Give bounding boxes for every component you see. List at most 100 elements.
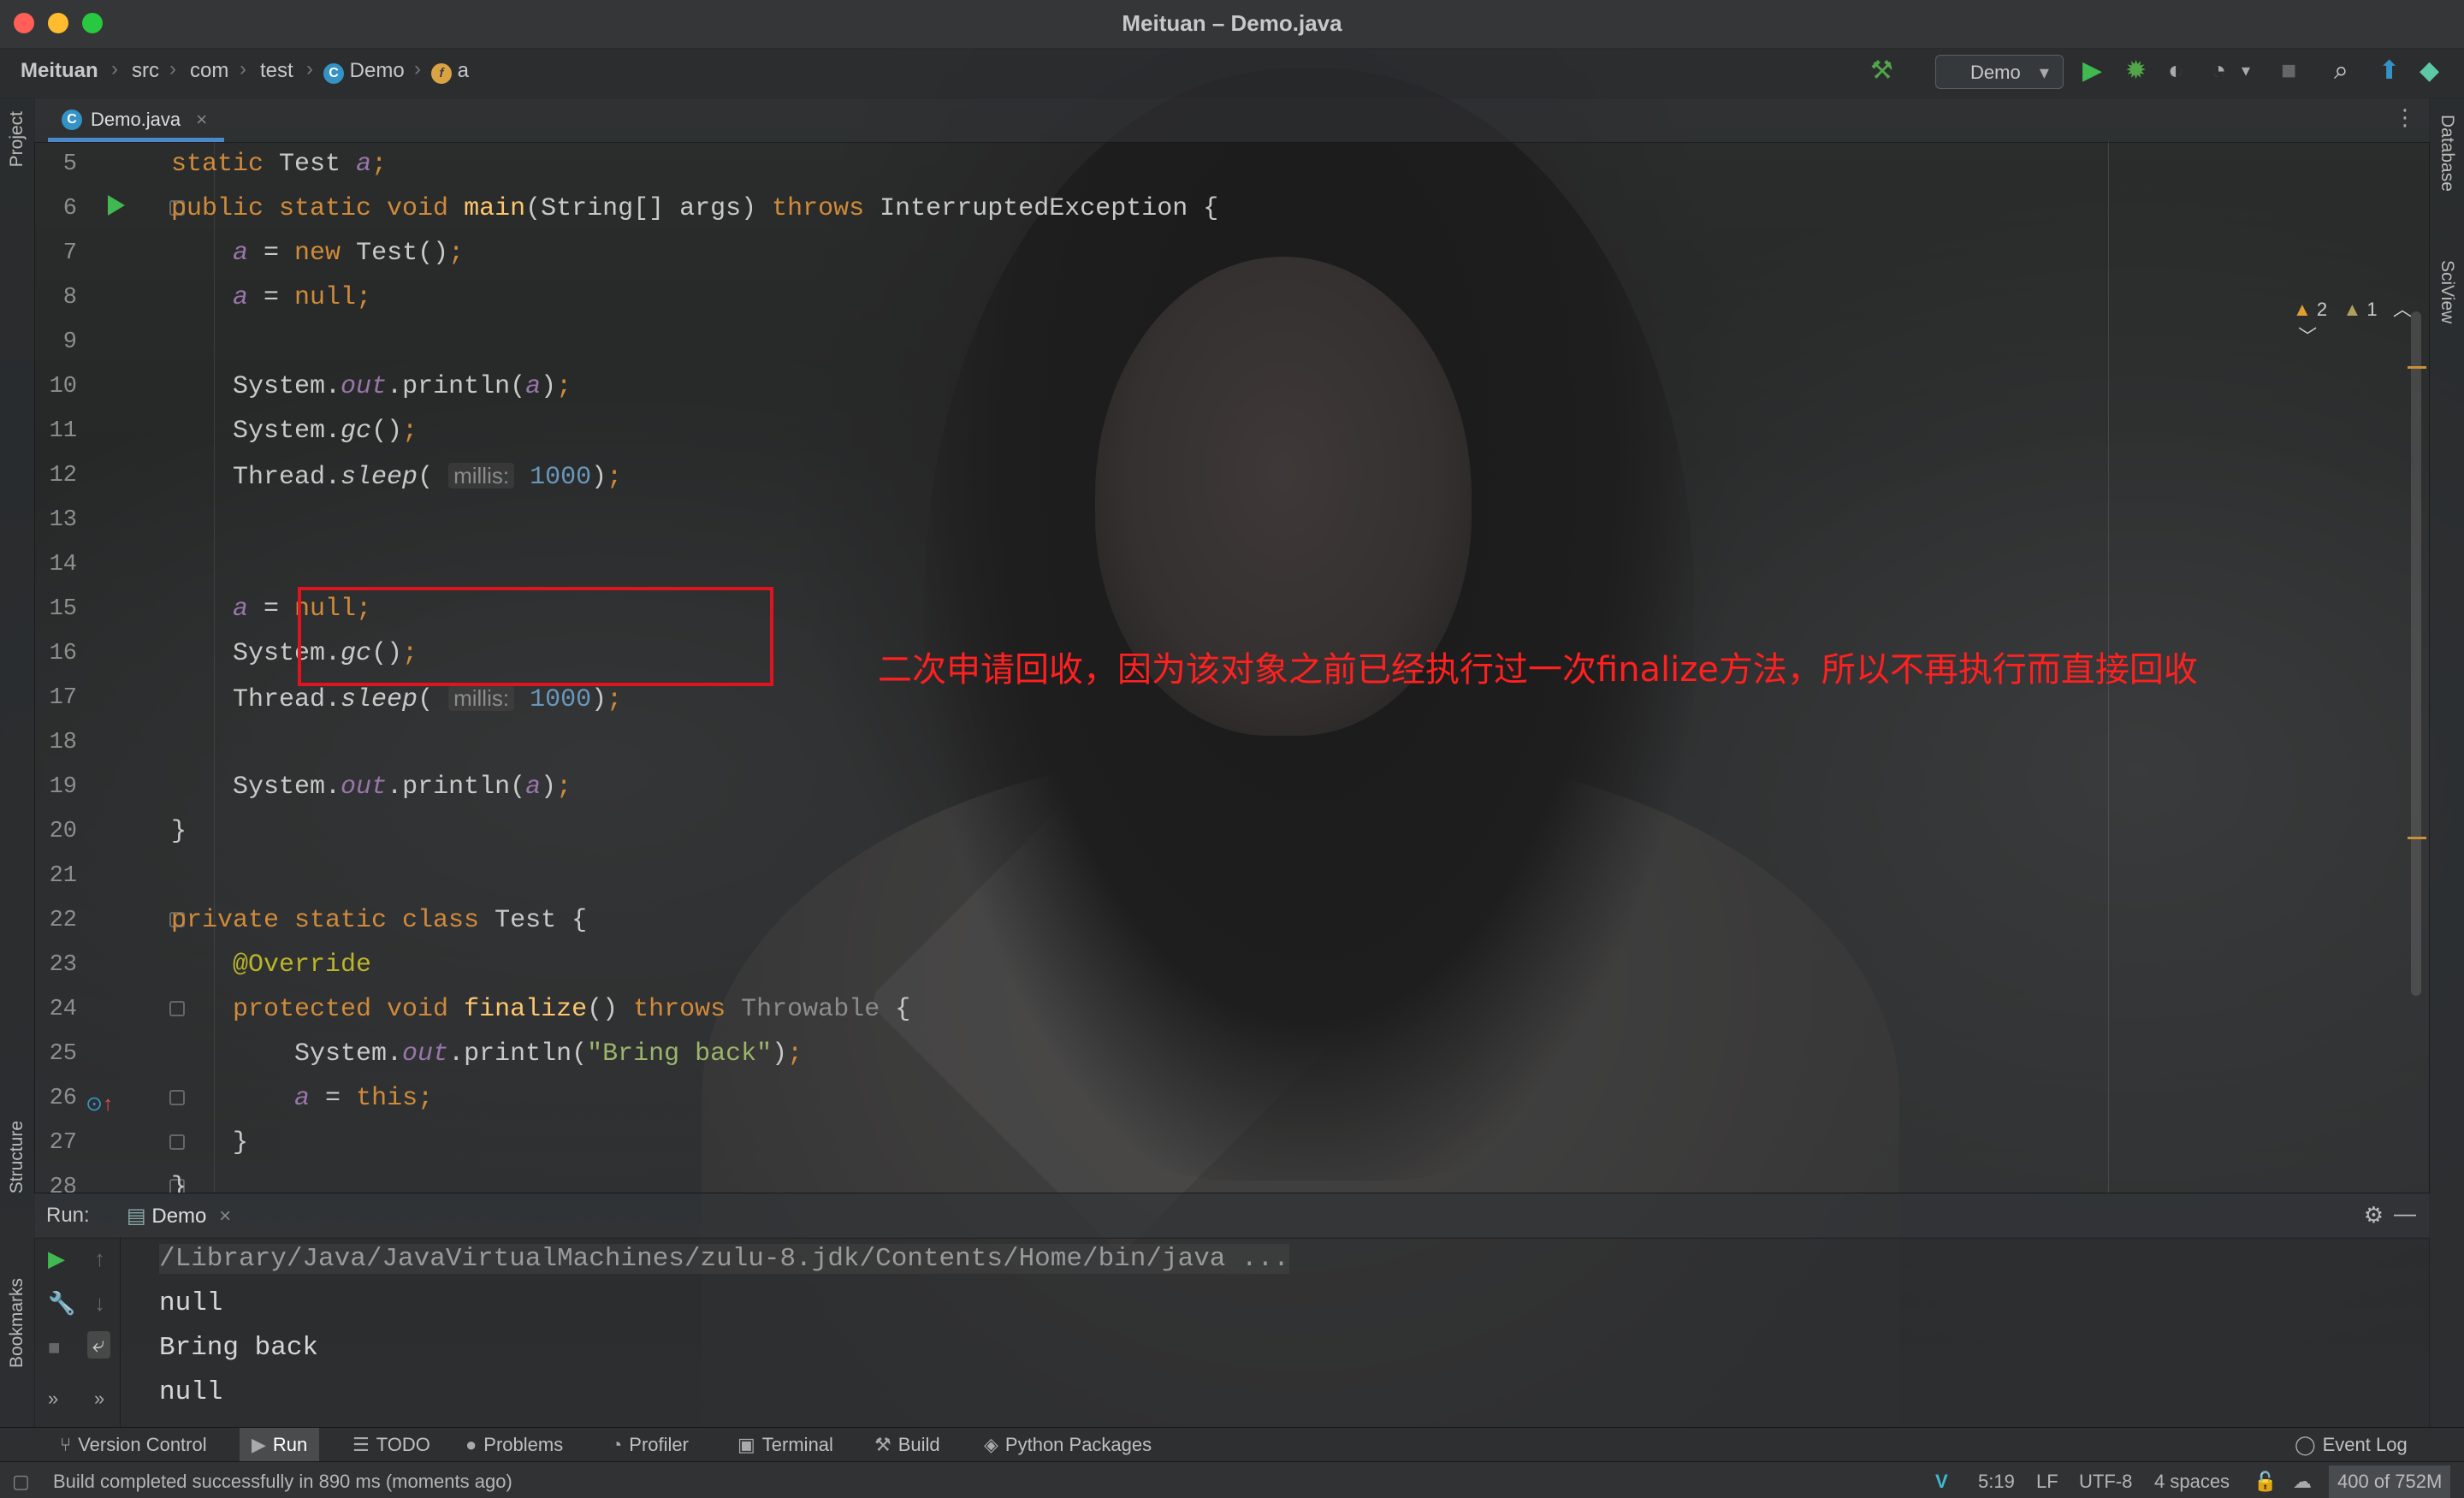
rerun-icon[interactable]: ▶ xyxy=(48,1246,65,1272)
line-number: 12 xyxy=(49,463,77,488)
more-run-options-icon[interactable]: ▾ xyxy=(2242,56,2250,86)
tab-run[interactable]: ▶ Run xyxy=(240,1428,320,1462)
code-line: } xyxy=(171,817,187,846)
breadcrumb-field[interactable]: f a xyxy=(431,59,469,84)
profile-icon[interactable]: ◔ xyxy=(2211,56,2226,86)
parameter-hint: millis: xyxy=(448,463,515,488)
up-arrow-icon[interactable]: ↑ xyxy=(94,1246,105,1272)
previous-highlight-icon[interactable]: ︿ xyxy=(2393,299,2412,320)
structure-tool-button[interactable]: Structure xyxy=(7,1121,27,1193)
run-icon[interactable]: ▶ xyxy=(2082,56,2102,86)
coverage-icon[interactable]: ◐ xyxy=(2168,56,2183,86)
gear-icon[interactable]: ⚙ xyxy=(2364,1202,2384,1229)
breadcrumb-separator: › xyxy=(414,57,421,80)
sciview-tool-button[interactable]: SciView xyxy=(2437,260,2457,323)
tab-demo-java[interactable]: C Demo.java × xyxy=(48,98,225,142)
tab-build[interactable]: ⚒ Build xyxy=(862,1428,952,1462)
status-bar: ▢ Build completed successfully in 890 ms… xyxy=(0,1461,2464,1498)
code-line: static Test a; xyxy=(171,150,388,179)
line-number: 13 xyxy=(49,507,77,533)
override-gutter-icon[interactable]: ⊙↑ xyxy=(86,1092,113,1116)
console-icon: ▤ xyxy=(127,1205,146,1228)
line-number: 21 xyxy=(49,863,77,889)
scroll-warning-marker[interactable] xyxy=(2408,837,2426,839)
list-icon: ☰ xyxy=(352,1434,370,1455)
branch-icon: ⑂ xyxy=(60,1434,72,1455)
lock-icon[interactable]: 🔓 xyxy=(2254,1471,2277,1493)
highlight-box xyxy=(298,587,773,686)
code-line: a = null; xyxy=(233,283,372,312)
tab-label: Demo.java xyxy=(91,109,181,130)
minimize-icon[interactable]: — xyxy=(2394,1200,2416,1227)
line-number: 26 xyxy=(49,1086,77,1111)
breadcrumb-src[interactable]: src xyxy=(132,59,159,83)
tab-version-control[interactable]: ⑂ Version Control xyxy=(48,1428,219,1462)
left-tool-stripe: Project Structure Bookmarks xyxy=(0,98,35,1428)
vim-icon[interactable]: V xyxy=(1935,1471,1948,1493)
line-number: 18 xyxy=(49,730,77,755)
build-hammer-icon[interactable]: ⚒ xyxy=(1870,56,1893,86)
code-line: } xyxy=(171,1128,249,1158)
tab-todo[interactable]: ☰ TODO xyxy=(341,1428,442,1462)
event-log-button[interactable]: ◯ Event Log xyxy=(2283,1428,2420,1462)
wrench-icon[interactable]: 🔧 xyxy=(48,1290,75,1317)
run-tab-demo[interactable]: ▤ Demo × xyxy=(127,1204,231,1229)
more-options-icon[interactable]: ⋮ xyxy=(2394,104,2416,131)
run-main-gutter-icon[interactable] xyxy=(108,195,125,216)
tab-terminal[interactable]: ▣ Terminal xyxy=(726,1428,845,1462)
update-icon[interactable]: ⬆ xyxy=(2378,56,2400,86)
caret-position[interactable]: 5:19 xyxy=(1978,1471,2015,1493)
close-icon[interactable]: × xyxy=(196,109,207,130)
run-configuration-select[interactable]: Demo ▾ xyxy=(1935,55,2064,89)
line-number: 23 xyxy=(49,952,77,978)
debug-icon[interactable]: ✹ xyxy=(2125,56,2147,86)
scroll-warning-marker[interactable] xyxy=(2408,366,2426,369)
breadcrumb-com[interactable]: com xyxy=(190,59,228,83)
line-number: 22 xyxy=(49,908,77,933)
breadcrumb-test[interactable]: test xyxy=(260,59,293,83)
search-icon[interactable]: ⌕ xyxy=(2334,56,2348,86)
line-number: 16 xyxy=(49,641,77,666)
expand-icon[interactable]: » xyxy=(94,1388,104,1410)
breadcrumb-project[interactable]: Meituan xyxy=(21,59,98,83)
status-message[interactable]: Build completed successfully in 890 ms (… xyxy=(53,1471,512,1493)
breadcrumb-class[interactable]: C Demo xyxy=(323,59,405,84)
memory-indicator[interactable]: 400 of 752M xyxy=(2329,1465,2451,1498)
file-encoding[interactable]: UTF-8 xyxy=(2079,1471,2132,1493)
chevron-down-icon: ▾ xyxy=(2039,62,2049,83)
right-tool-stripe: Database SciView xyxy=(2429,98,2464,1428)
line-number: 10 xyxy=(49,374,77,400)
window-title: Meituan – Demo.java xyxy=(1122,10,1342,36)
run-tab-label: Demo xyxy=(151,1205,207,1228)
line-separator[interactable]: LF xyxy=(2036,1471,2058,1493)
jetbrains-toolbox-icon[interactable]: ◆ xyxy=(2420,56,2439,86)
layout-toggle-icon[interactable]: ▢ xyxy=(12,1471,30,1493)
tab-python-packages[interactable]: ◈ Python Packages xyxy=(972,1428,1164,1462)
tab-problems[interactable]: ● Problems xyxy=(453,1428,575,1462)
editor-scrollbar[interactable] xyxy=(2411,311,2421,996)
run-console[interactable]: ▶ ↑ 🔧 ↓ ■ ⤶ » » /Library/Java/JavaVirtua… xyxy=(34,1237,2430,1427)
tool-window-bar: ⑂ Version Control ▶ Run ☰ TODO ● Problems ◔ P… xyxy=(0,1427,2464,1462)
stop-icon[interactable]: ■ xyxy=(2281,56,2296,86)
inspection-widget[interactable]: ▲ 2 ▲ 1 ︿ ﹀ xyxy=(2293,294,2430,349)
inspection-profile-icon[interactable]: ☁ xyxy=(2293,1471,2312,1493)
soft-wrap-icon[interactable]: ⤶ xyxy=(87,1331,110,1359)
code-line: protected void finalize() throws Throwab… xyxy=(233,995,911,1024)
database-tool-button[interactable]: Database xyxy=(2437,115,2457,192)
project-tool-button[interactable]: Project xyxy=(7,111,27,167)
down-arrow-icon[interactable]: ↓ xyxy=(94,1290,105,1317)
bookmarks-tool-button[interactable]: Bookmarks xyxy=(7,1278,27,1368)
next-highlight-icon[interactable]: ﹀ xyxy=(2298,326,2317,347)
indent-setting[interactable]: 4 spaces xyxy=(2154,1471,2230,1493)
line-number: 14 xyxy=(49,552,77,577)
stop-icon[interactable]: ■ xyxy=(48,1336,61,1360)
line-number: 24 xyxy=(49,997,77,1022)
class-icon: C xyxy=(62,110,82,130)
close-icon[interactable]: × xyxy=(219,1205,231,1228)
expand-icon[interactable]: » xyxy=(48,1388,58,1410)
weak-warning-count: 1 xyxy=(2366,299,2378,320)
terminal-icon: ▣ xyxy=(737,1434,755,1455)
packages-icon: ◈ xyxy=(984,1434,998,1455)
tab-profiler[interactable]: ◔ Profiler xyxy=(599,1428,701,1462)
line-number: 17 xyxy=(49,685,77,711)
